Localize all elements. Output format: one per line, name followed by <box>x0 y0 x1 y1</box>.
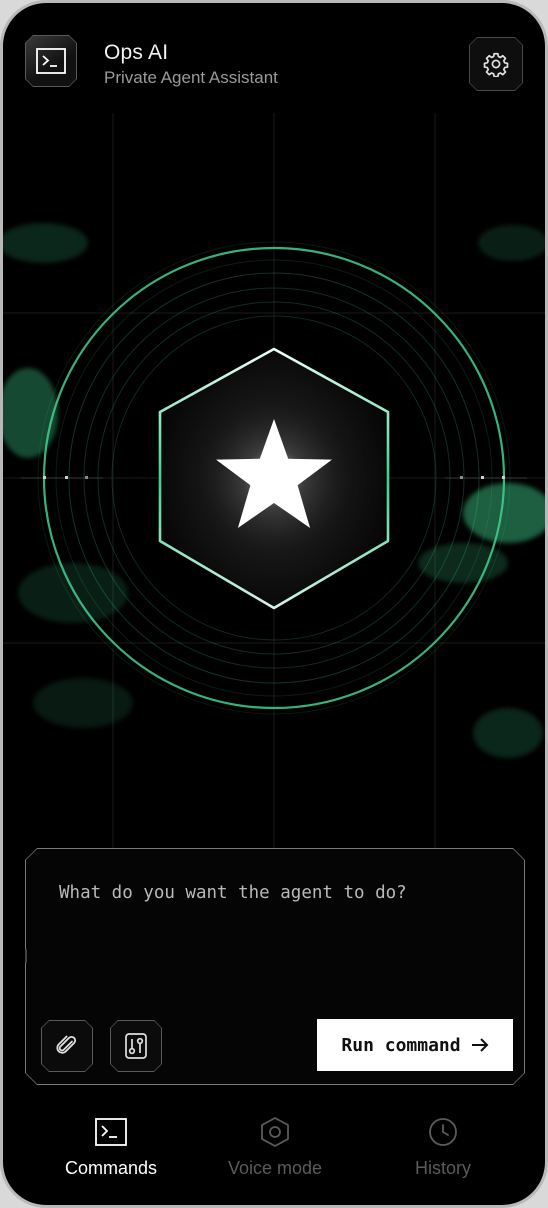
app-screen: Ops AI Private Agent Assistant What do y… <box>3 3 545 1205</box>
app-title: Ops AI <box>104 41 169 64</box>
run-command-label: Run command <box>341 1034 461 1056</box>
nav-item-voice-mode[interactable]: Voice mode <box>195 1108 355 1188</box>
attach-button-inner[interactable] <box>42 1021 92 1071</box>
app-logo-inner <box>26 36 76 86</box>
gear-icon <box>483 52 509 77</box>
hero-graphic <box>3 113 545 853</box>
terminal-icon <box>95 1118 127 1146</box>
nav-label-history: History <box>414 1158 471 1178</box>
panel-side-tick <box>25 949 27 963</box>
nav-item-commands[interactable]: Commands <box>31 1108 191 1188</box>
command-panel: Run command <box>25 848 525 1085</box>
app-subtitle: Private Agent Assistant <box>104 68 278 87</box>
hero-visual <box>3 113 545 853</box>
run-command-button[interactable]: Run command <box>317 1019 513 1071</box>
tools-button[interactable] <box>110 1020 162 1072</box>
device-frame: Ops AI Private Agent Assistant What do y… <box>0 0 548 1208</box>
terminal-icon <box>36 48 66 74</box>
command-panel-inner: Run command <box>26 849 524 1084</box>
app-logo <box>25 35 77 87</box>
nav-label-commands: Commands <box>64 1158 158 1178</box>
paperclip-icon <box>56 1035 77 1054</box>
hexagon-icon <box>261 1117 289 1147</box>
bottom-nav: Commands Voice mode History <box>3 1108 545 1205</box>
nav-label-voice-mode: Voice mode <box>227 1158 323 1178</box>
settings-button[interactable] <box>469 37 523 91</box>
command-input[interactable] <box>57 873 497 913</box>
tools-button-inner[interactable] <box>111 1021 161 1071</box>
sliders-icon <box>125 1033 147 1059</box>
arrow-right-icon <box>471 1038 489 1052</box>
clock-icon <box>429 1118 457 1146</box>
settings-button-inner[interactable] <box>470 38 522 90</box>
attach-button[interactable] <box>41 1020 93 1072</box>
nav-item-history[interactable]: History <box>363 1108 523 1188</box>
